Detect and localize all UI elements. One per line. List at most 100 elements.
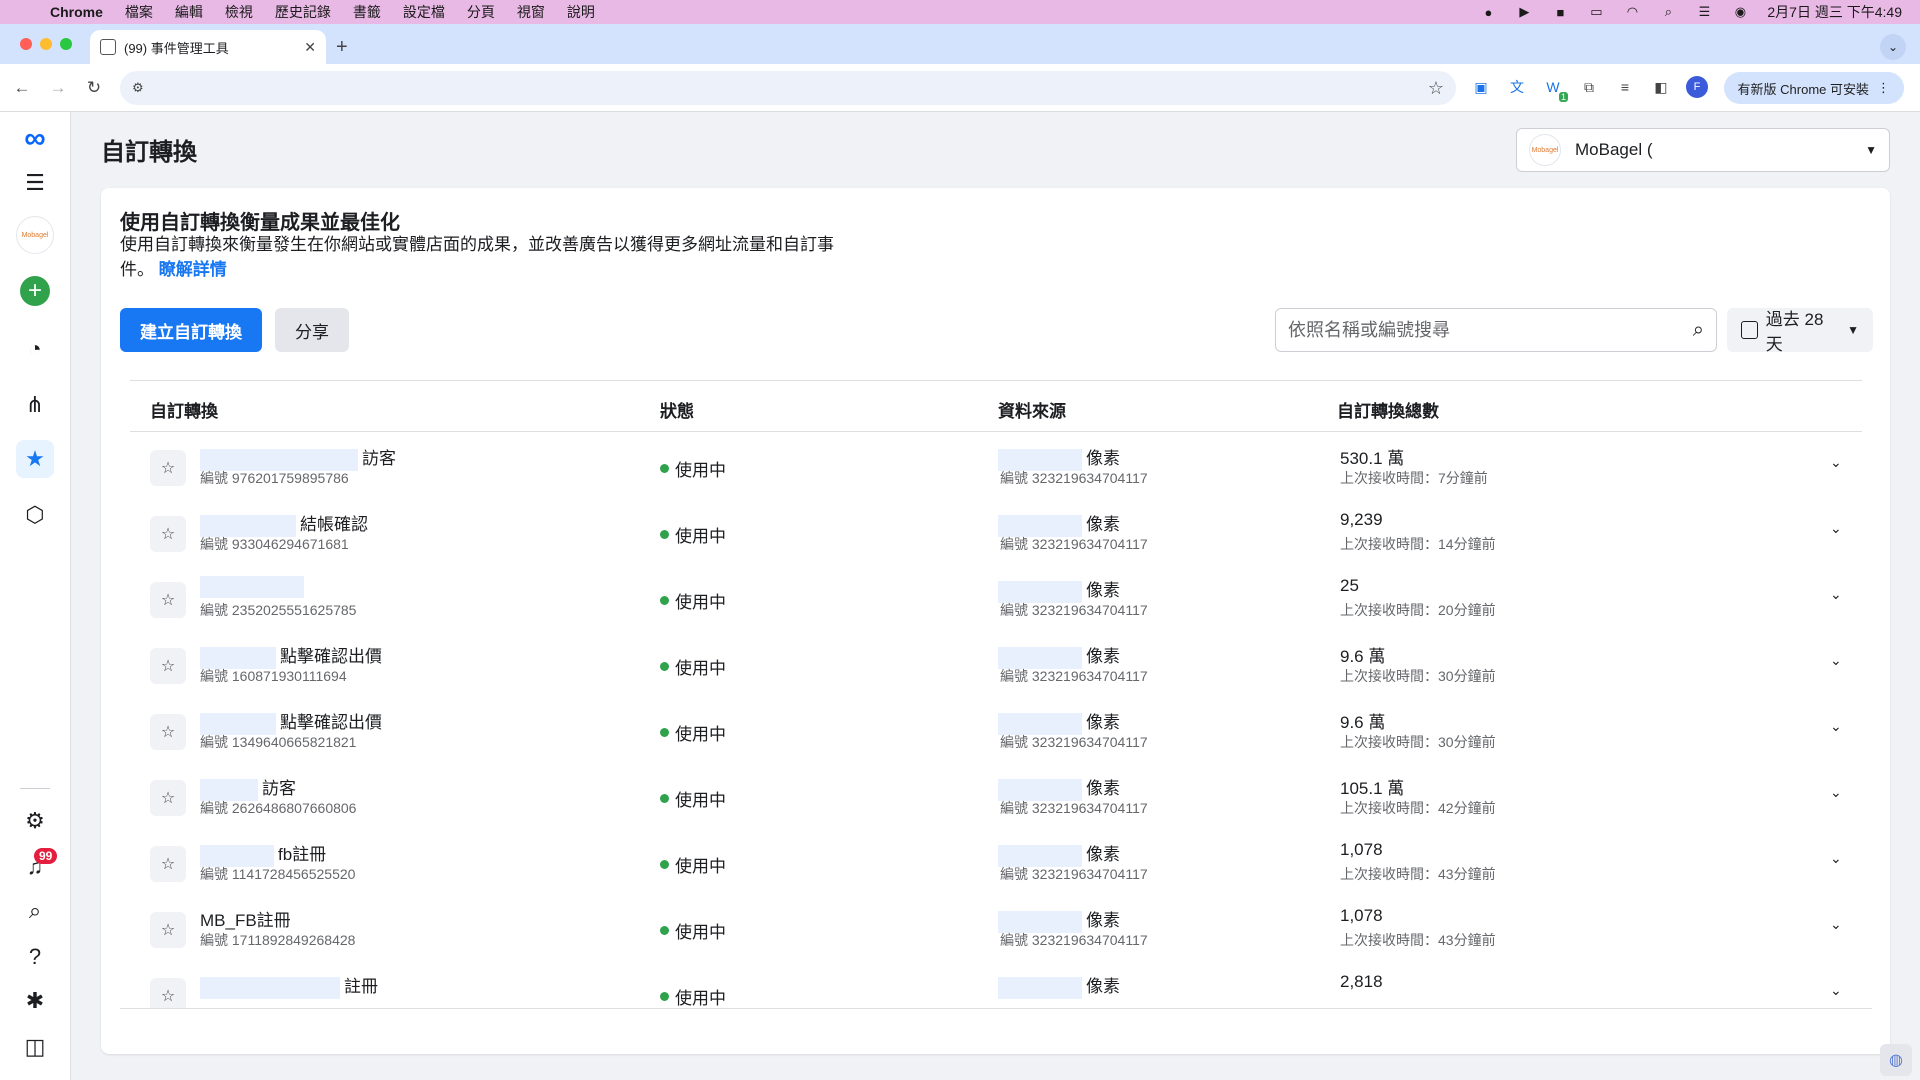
- data-source-id: 編號 323219634704117: [1000, 800, 1148, 816]
- menu-tab[interactable]: 分頁: [467, 2, 495, 22]
- table-row[interactable]: ☆ 訪客 編號 976201759895786 使用中 像素 編號 323219…: [130, 432, 1862, 498]
- status-active-dot: [660, 662, 669, 671]
- create-plus-icon[interactable]: +: [16, 272, 54, 310]
- conversion-name: 訪客: [200, 444, 396, 471]
- table-row[interactable]: ☆ 點擊確認出價 編號 160871930111694 使用中 像素 編號 32…: [130, 630, 1862, 696]
- favorite-star-icon[interactable]: ☆: [150, 450, 186, 486]
- favorite-star-icon[interactable]: ☆: [150, 780, 186, 816]
- favorite-star-icon[interactable]: ☆: [150, 648, 186, 684]
- reading-list-icon[interactable]: ≡: [1614, 76, 1636, 98]
- favorite-star-icon[interactable]: ☆: [150, 714, 186, 750]
- account-logo: Mobagel: [1529, 134, 1561, 166]
- minimize-window-button[interactable]: [40, 38, 52, 50]
- table-row[interactable]: ☆ 點擊確認出價 編號 1349640665821821 使用中 像素 編號 3…: [130, 696, 1862, 762]
- learn-more-link[interactable]: 瞭解詳情: [159, 260, 227, 279]
- custom-conversions-star-icon[interactable]: ★: [16, 440, 54, 478]
- expand-row-chevron-icon[interactable]: ⌄: [1830, 982, 1842, 999]
- account-avatar-logo: Mobagel: [21, 231, 49, 239]
- tab-close-icon[interactable]: ✕: [304, 39, 316, 56]
- play-icon[interactable]: ▶: [1515, 4, 1533, 19]
- line-app-icon[interactable]: ●: [1479, 5, 1497, 20]
- wifi-icon[interactable]: ◠: [1623, 4, 1641, 19]
- meta-logo-icon[interactable]: ∞: [16, 120, 54, 158]
- favorite-star-icon[interactable]: ☆: [150, 978, 186, 1008]
- hamburger-menu-icon[interactable]: ☰: [16, 164, 54, 202]
- favorite-star-icon[interactable]: ☆: [150, 846, 186, 882]
- tab-search-icon[interactable]: ⌄: [1880, 34, 1906, 60]
- siri-icon[interactable]: ◉: [1731, 4, 1749, 19]
- table-row[interactable]: ☆ 訪客 編號 2626486807660806 使用中 像素 編號 32321…: [130, 762, 1862, 828]
- table-row[interactable]: ☆ 編號 2352025551625785 使用中 像素 編號 32321963…: [130, 564, 1862, 630]
- account-selector[interactable]: Mobagel MoBagel ( ▼: [1516, 128, 1890, 172]
- search-field[interactable]: ⌕: [1275, 308, 1717, 352]
- expand-row-chevron-icon[interactable]: ⌄: [1830, 652, 1842, 669]
- create-custom-conversion-button[interactable]: 建立自訂轉換: [120, 308, 262, 352]
- column-header-status[interactable]: 狀態: [660, 397, 694, 422]
- forward-icon[interactable]: →: [44, 74, 72, 102]
- expand-row-chevron-icon[interactable]: ⌄: [1830, 454, 1842, 471]
- table-row[interactable]: ☆ fb註冊 編號 1141728456525520 使用中 像素 編號 323…: [130, 828, 1862, 894]
- side-panel-icon[interactable]: ◧: [1650, 76, 1672, 98]
- date-range-selector[interactable]: 過去 28 天 ▼: [1727, 308, 1873, 354]
- active-tab[interactable]: (99) 事件管理工具 ✕: [90, 30, 326, 64]
- site-info-icon[interactable]: ⚙: [132, 80, 144, 96]
- translate-extension-icon[interactable]: 文: [1506, 76, 1528, 98]
- table-row[interactable]: ☆ MB_FB註冊 編號 1711892849268428 使用中 像素 編號 …: [130, 894, 1862, 960]
- chrome-update-button[interactable]: 有新版 Chrome 可安裝 ⋮: [1723, 72, 1904, 104]
- column-header-source[interactable]: 資料來源: [998, 397, 1066, 422]
- table-row[interactable]: ☆ 註冊 使用中 像素 2,818 ⌄: [130, 960, 1862, 1008]
- favorite-star-icon[interactable]: ☆: [150, 516, 186, 552]
- expand-row-chevron-icon[interactable]: ⌄: [1830, 586, 1842, 603]
- extension-3-icon[interactable]: W1: [1542, 76, 1568, 102]
- spotlight-search-icon[interactable]: ⌕: [1659, 4, 1677, 19]
- control-center-icon[interactable]: ☰: [1695, 4, 1713, 19]
- collapse-panel-icon[interactable]: ◫: [16, 1028, 54, 1066]
- expand-row-chevron-icon[interactable]: ⌄: [1830, 784, 1842, 801]
- address-bar[interactable]: ⚙ ☆: [120, 71, 1456, 105]
- globe-language-icon[interactable]: ◍: [1880, 1044, 1912, 1076]
- partner-integrations-icon[interactable]: ⬡: [16, 496, 54, 534]
- table-row[interactable]: ☆ 結帳確認 編號 933046294671681 使用中 像素 編號 3232…: [130, 498, 1862, 564]
- bookmark-star-icon[interactable]: ☆: [1428, 78, 1444, 99]
- input-method-icon[interactable]: ■: [1551, 5, 1569, 20]
- fullscreen-window-button[interactable]: [60, 38, 72, 50]
- expand-row-chevron-icon[interactable]: ⌄: [1830, 520, 1842, 537]
- favorite-star-icon[interactable]: ☆: [150, 582, 186, 618]
- new-tab-icon[interactable]: +: [336, 36, 348, 59]
- menu-app-chrome[interactable]: Chrome: [50, 4, 103, 20]
- close-window-button[interactable]: [20, 38, 32, 50]
- share-button[interactable]: 分享: [275, 308, 349, 352]
- more-menu-icon[interactable]: ⋮: [1877, 80, 1890, 96]
- report-bug-icon[interactable]: ✱: [16, 982, 54, 1020]
- column-header-name[interactable]: 自訂轉換: [150, 397, 218, 422]
- expand-row-chevron-icon[interactable]: ⌄: [1830, 718, 1842, 735]
- data-sources-network-icon[interactable]: ⋔: [16, 386, 54, 424]
- dashboard-gauge-icon[interactable]: ◔: [16, 330, 54, 368]
- search-icon[interactable]: ⌕: [16, 892, 54, 930]
- menu-view[interactable]: 檢視: [225, 2, 253, 22]
- menubar-clock[interactable]: 2月7日 週三 下午4:49: [1767, 2, 1902, 22]
- help-icon[interactable]: ?: [16, 938, 54, 976]
- search-input[interactable]: [1288, 319, 1693, 341]
- battery-icon[interactable]: ▭: [1587, 4, 1605, 19]
- menu-bookmarks[interactable]: 書籤: [353, 2, 381, 22]
- search-icon[interactable]: ⌕: [1693, 319, 1704, 342]
- extension-1-icon[interactable]: ▣: [1470, 76, 1492, 98]
- conversion-name: 註冊: [200, 972, 378, 999]
- profile-avatar[interactable]: F: [1686, 76, 1708, 98]
- menu-file[interactable]: 檔案: [125, 2, 153, 22]
- expand-row-chevron-icon[interactable]: ⌄: [1830, 916, 1842, 933]
- menu-edit[interactable]: 編輯: [175, 2, 203, 22]
- menu-profiles[interactable]: 設定檔: [403, 2, 445, 22]
- menu-window[interactable]: 視窗: [517, 2, 545, 22]
- account-avatar[interactable]: Mobagel: [16, 216, 54, 254]
- favorite-star-icon[interactable]: ☆: [150, 912, 186, 948]
- reload-icon[interactable]: ↻: [80, 74, 108, 102]
- extensions-puzzle-icon[interactable]: ⧉: [1578, 76, 1600, 98]
- settings-gear-icon[interactable]: ⚙: [16, 802, 54, 840]
- menu-history[interactable]: 歷史記錄: [275, 2, 331, 22]
- menu-help[interactable]: 說明: [567, 2, 595, 22]
- expand-row-chevron-icon[interactable]: ⌄: [1830, 850, 1842, 867]
- back-icon[interactable]: ←: [8, 74, 36, 102]
- column-header-total[interactable]: 自訂轉換總數: [1337, 397, 1439, 422]
